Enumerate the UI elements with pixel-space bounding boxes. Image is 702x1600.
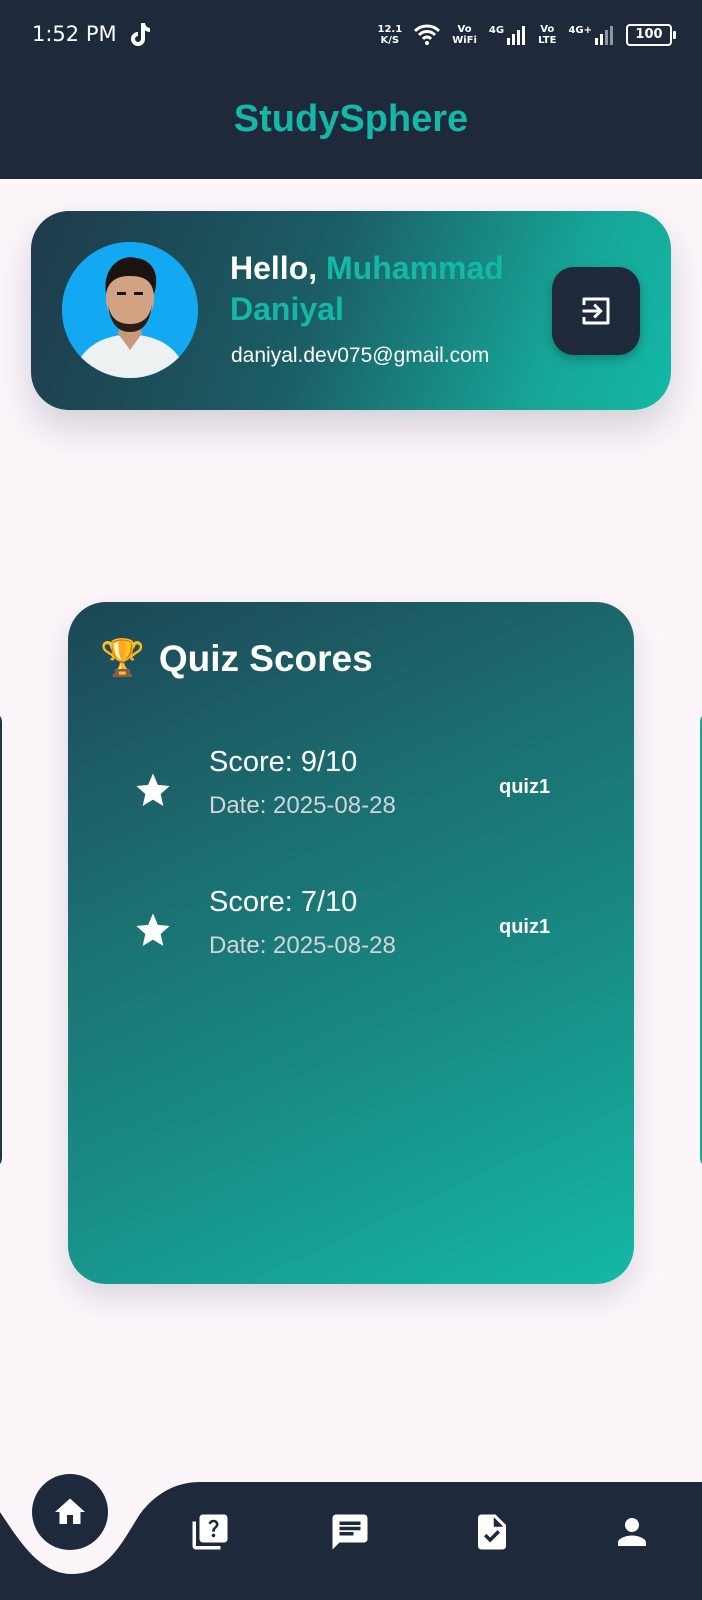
status-bar: 1:52 PM 12.1 K/S Vo WiFi 4G Vo LTE 4G+ 1…	[0, 0, 702, 70]
user-photo	[62, 242, 198, 378]
vo-wifi-label: Vo WiFi	[452, 24, 477, 46]
logout-icon	[582, 297, 610, 325]
quiz-icon	[192, 1514, 228, 1550]
status-time: 1:52 PM	[32, 22, 117, 46]
nav-profile-button[interactable]	[610, 1510, 654, 1554]
star-icon	[136, 913, 170, 946]
signal-4g-plus-icon: 4G+	[568, 25, 614, 45]
quiz-scores-card: 🏆 Quiz Scores Score: 9/10 Date: 2025-08-…	[68, 602, 634, 1284]
logout-button[interactable]	[552, 267, 640, 355]
app-bar: StudySphere	[0, 70, 702, 179]
signal-bars-icon	[507, 26, 526, 45]
list-item[interactable]: Score: 7/10 Date: 2025-08-28 quiz1	[68, 886, 634, 986]
app-title: StudySphere	[233, 98, 469, 140]
home-icon	[55, 1498, 85, 1524]
vo-lte-label: Vo LTE	[538, 24, 557, 46]
score-value: Score: 7/10	[209, 886, 358, 918]
profile-card: Hello, Muhammad Daniyal daniyal.dev075@g…	[31, 211, 671, 410]
score-date: Date: 2025-08-28	[209, 792, 396, 819]
signal-4g-icon: 4G	[489, 25, 526, 45]
quiz-scores-header: 🏆 Quiz Scores	[100, 636, 373, 682]
trophy-icon: 🏆	[100, 638, 145, 679]
status-indicators: 12.1 K/S Vo WiFi 4G Vo LTE 4G+ 100	[377, 18, 676, 52]
battery-icon: 100	[626, 24, 676, 46]
signal-bars-icon	[595, 26, 613, 45]
greeting-hello: Hello,	[230, 250, 318, 286]
task-icon	[478, 1514, 506, 1550]
avatar	[62, 242, 198, 378]
user-email: daniyal.dev075@gmail.com	[231, 344, 490, 367]
profile-icon	[618, 1518, 646, 1546]
quiz-scores-title: Quiz Scores	[158, 638, 373, 679]
nav-home-button[interactable]	[32, 1474, 108, 1550]
wifi-icon	[414, 24, 441, 45]
quiz-name: quiz1	[499, 776, 551, 798]
score-value: Score: 9/10	[209, 746, 358, 778]
nav-chat-button[interactable]	[328, 1510, 372, 1554]
nav-tasks-button[interactable]	[470, 1510, 514, 1554]
chat-icon	[332, 1514, 368, 1550]
greeting: Hello, Muhammad Daniyal	[230, 248, 530, 330]
score-date: Date: 2025-08-28	[209, 932, 396, 959]
nav-quiz-button[interactable]	[188, 1510, 232, 1554]
carousel-card-previous[interactable]	[0, 712, 2, 1168]
network-speed: 12.1 K/S	[377, 24, 403, 46]
list-item[interactable]: Score: 9/10 Date: 2025-08-28 quiz1	[68, 746, 634, 846]
tiktok-icon	[131, 23, 150, 46]
quiz-name: quiz1	[499, 916, 551, 938]
star-icon	[136, 773, 170, 806]
